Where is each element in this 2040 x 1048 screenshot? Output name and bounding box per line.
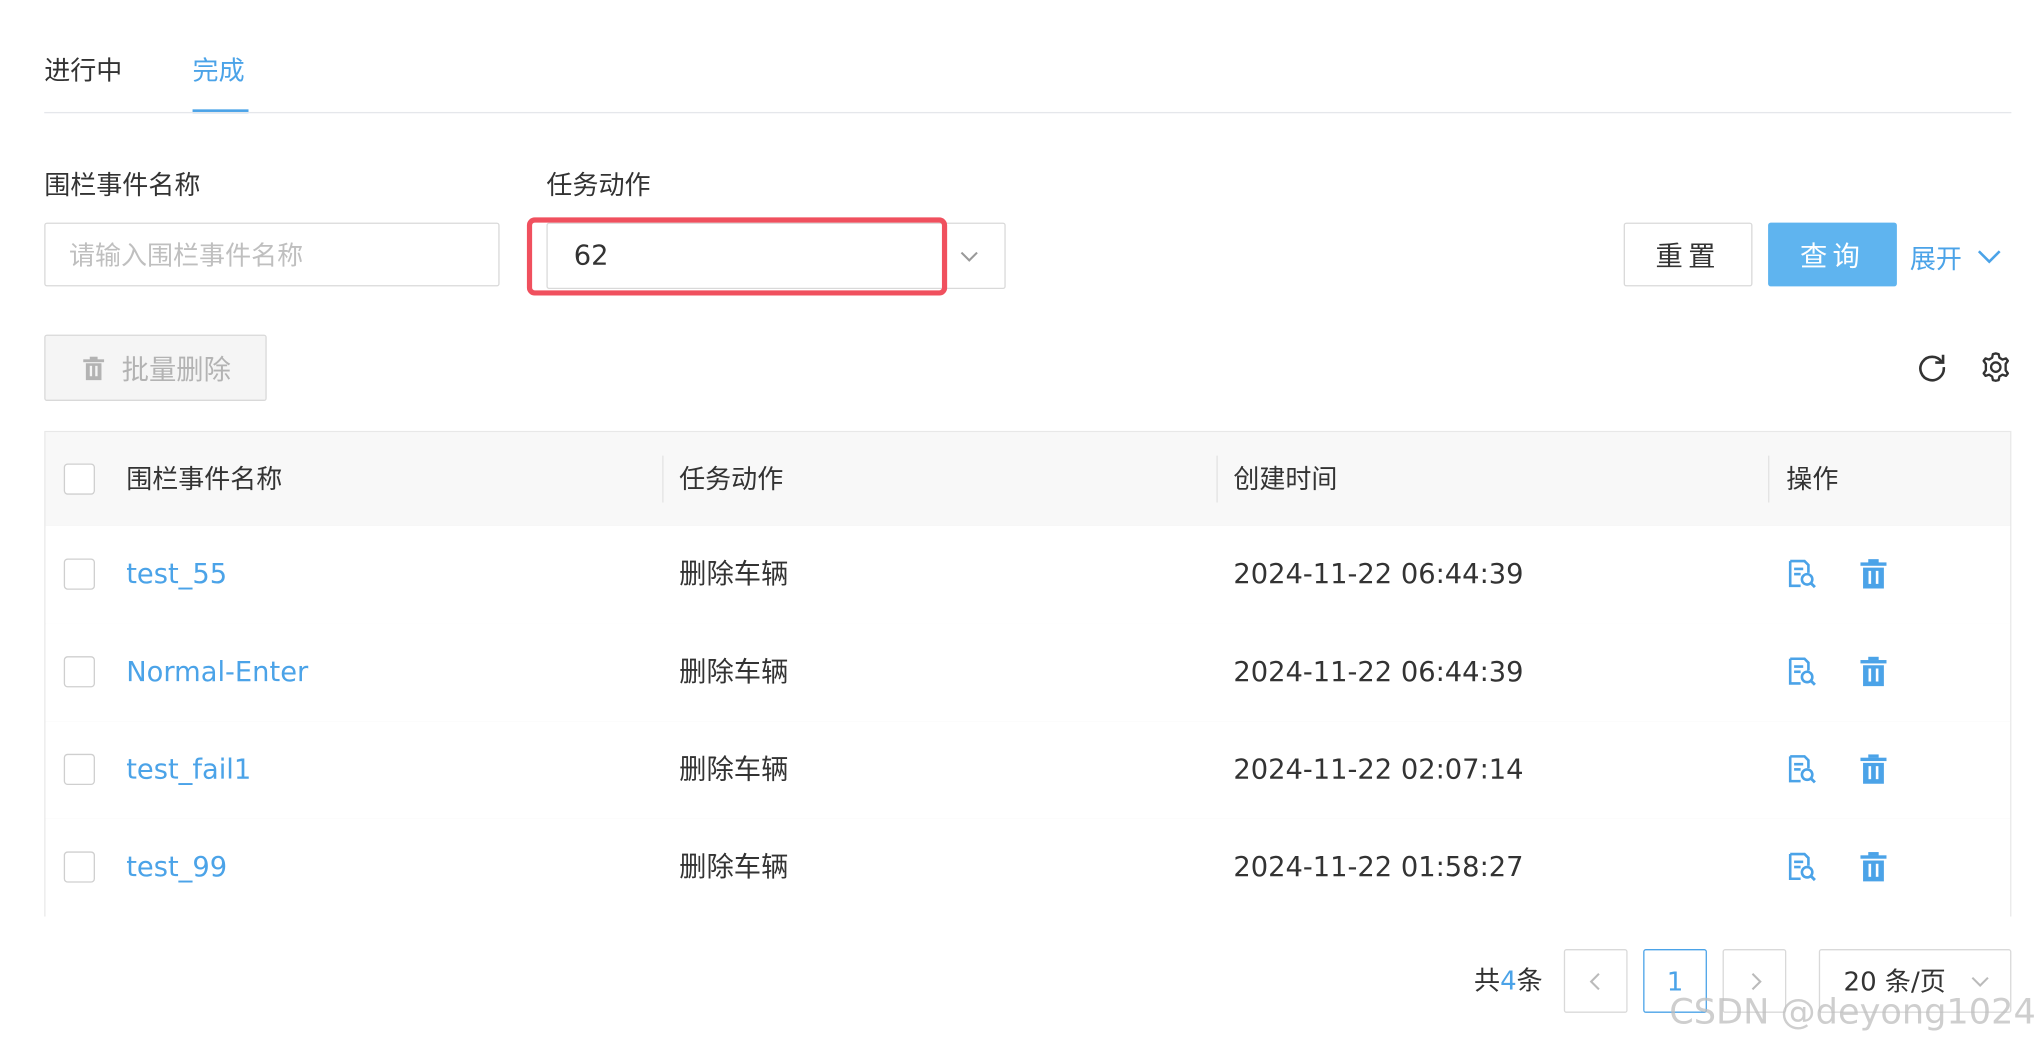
column-separator bbox=[1216, 455, 1218, 503]
trash-icon[interactable] bbox=[1858, 558, 1889, 589]
trash-icon[interactable] bbox=[1858, 754, 1889, 785]
document-search-icon[interactable] bbox=[1786, 851, 1817, 882]
column-separator bbox=[662, 455, 664, 503]
row-checkbox[interactable] bbox=[63, 558, 95, 590]
pagination-total: 共4条 bbox=[1474, 962, 1543, 998]
row-created: 2024-11-22 06:44:39 bbox=[1233, 558, 1524, 590]
column-header-action: 任务动作 bbox=[679, 463, 784, 495]
column-separator bbox=[1768, 455, 1770, 503]
batch-delete-button[interactable]: 批量删除 bbox=[44, 334, 267, 401]
table-row: test_99 删除车辆 2024-11-22 01:58:27 bbox=[45, 818, 2011, 917]
query-button[interactable]: 查询 bbox=[1768, 222, 1897, 287]
total-prefix: 共 bbox=[1474, 964, 1501, 996]
tab-completed[interactable]: 完成 bbox=[193, 52, 245, 88]
table-header: 围栏事件名称 任务动作 创建时间 操作 bbox=[45, 432, 2011, 528]
column-header-operations: 操作 bbox=[1786, 463, 1839, 495]
row-action: 删除车辆 bbox=[679, 851, 789, 883]
document-search-icon[interactable] bbox=[1786, 754, 1817, 785]
column-header-created: 创建时间 bbox=[1233, 463, 1338, 495]
task-action-value: 62 bbox=[573, 239, 609, 271]
fence-event-name-label: 围栏事件名称 bbox=[44, 169, 201, 201]
table-row: test_fail1 删除车辆 2024-11-22 02:07:14 bbox=[45, 721, 2011, 821]
refresh-icon[interactable] bbox=[1915, 350, 1949, 384]
select-all-checkbox[interactable] bbox=[63, 463, 95, 495]
expand-toggle[interactable]: 展开 bbox=[1910, 237, 2004, 276]
table-row: Normal-Enter 删除车辆 2024-11-22 06:44:39 bbox=[45, 623, 2011, 723]
row-action: 删除车辆 bbox=[679, 753, 789, 786]
watermark: CSDN @deyong1024 bbox=[1669, 992, 2036, 1033]
column-header-name: 围栏事件名称 bbox=[126, 463, 283, 495]
prev-page-button[interactable] bbox=[1563, 949, 1628, 1013]
row-created: 2024-11-22 02:07:14 bbox=[1233, 753, 1524, 786]
results-table: 围栏事件名称 任务动作 创建时间 操作 test_55 删除车辆 2024-11… bbox=[44, 430, 2012, 917]
row-name-link[interactable]: test_99 bbox=[126, 849, 227, 885]
row-checkbox[interactable] bbox=[63, 656, 95, 688]
chevron-down-icon bbox=[960, 251, 978, 262]
document-search-icon[interactable] bbox=[1786, 656, 1817, 687]
row-created: 2024-11-22 06:44:39 bbox=[1233, 656, 1524, 688]
row-checkbox[interactable] bbox=[63, 753, 95, 786]
task-action-label: 任务动作 bbox=[546, 169, 651, 201]
row-action: 删除车辆 bbox=[679, 558, 789, 590]
tab-divider bbox=[44, 111, 2012, 114]
trash-icon[interactable] bbox=[1858, 851, 1889, 882]
fence-event-name-input[interactable] bbox=[44, 222, 500, 287]
batch-delete-label: 批量删除 bbox=[121, 353, 231, 385]
chevron-left-icon bbox=[1589, 972, 1600, 990]
row-name-link[interactable]: test_55 bbox=[126, 556, 227, 592]
document-search-icon[interactable] bbox=[1786, 558, 1817, 589]
row-name-link[interactable]: Normal-Enter bbox=[126, 654, 308, 690]
trash-icon[interactable] bbox=[1858, 656, 1889, 687]
row-created: 2024-11-22 01:58:27 bbox=[1233, 851, 1524, 883]
row-name-link[interactable]: test_fail1 bbox=[126, 751, 251, 787]
reset-button[interactable]: 重置 bbox=[1623, 222, 1753, 287]
total-count: 4 bbox=[1500, 964, 1517, 996]
row-checkbox[interactable] bbox=[63, 851, 95, 883]
chevron-down-icon bbox=[1977, 250, 2001, 264]
trash-icon bbox=[82, 356, 104, 380]
expand-label: 展开 bbox=[1909, 242, 1962, 275]
table-row: test_55 删除车辆 2024-11-22 06:44:39 bbox=[45, 525, 2011, 625]
row-action: 删除车辆 bbox=[679, 656, 789, 688]
tab-in-progress[interactable]: 进行中 bbox=[44, 52, 122, 88]
gear-icon[interactable] bbox=[1979, 350, 2013, 384]
task-action-select[interactable]: 62 bbox=[546, 222, 1006, 290]
total-suffix: 条 bbox=[1516, 964, 1543, 996]
